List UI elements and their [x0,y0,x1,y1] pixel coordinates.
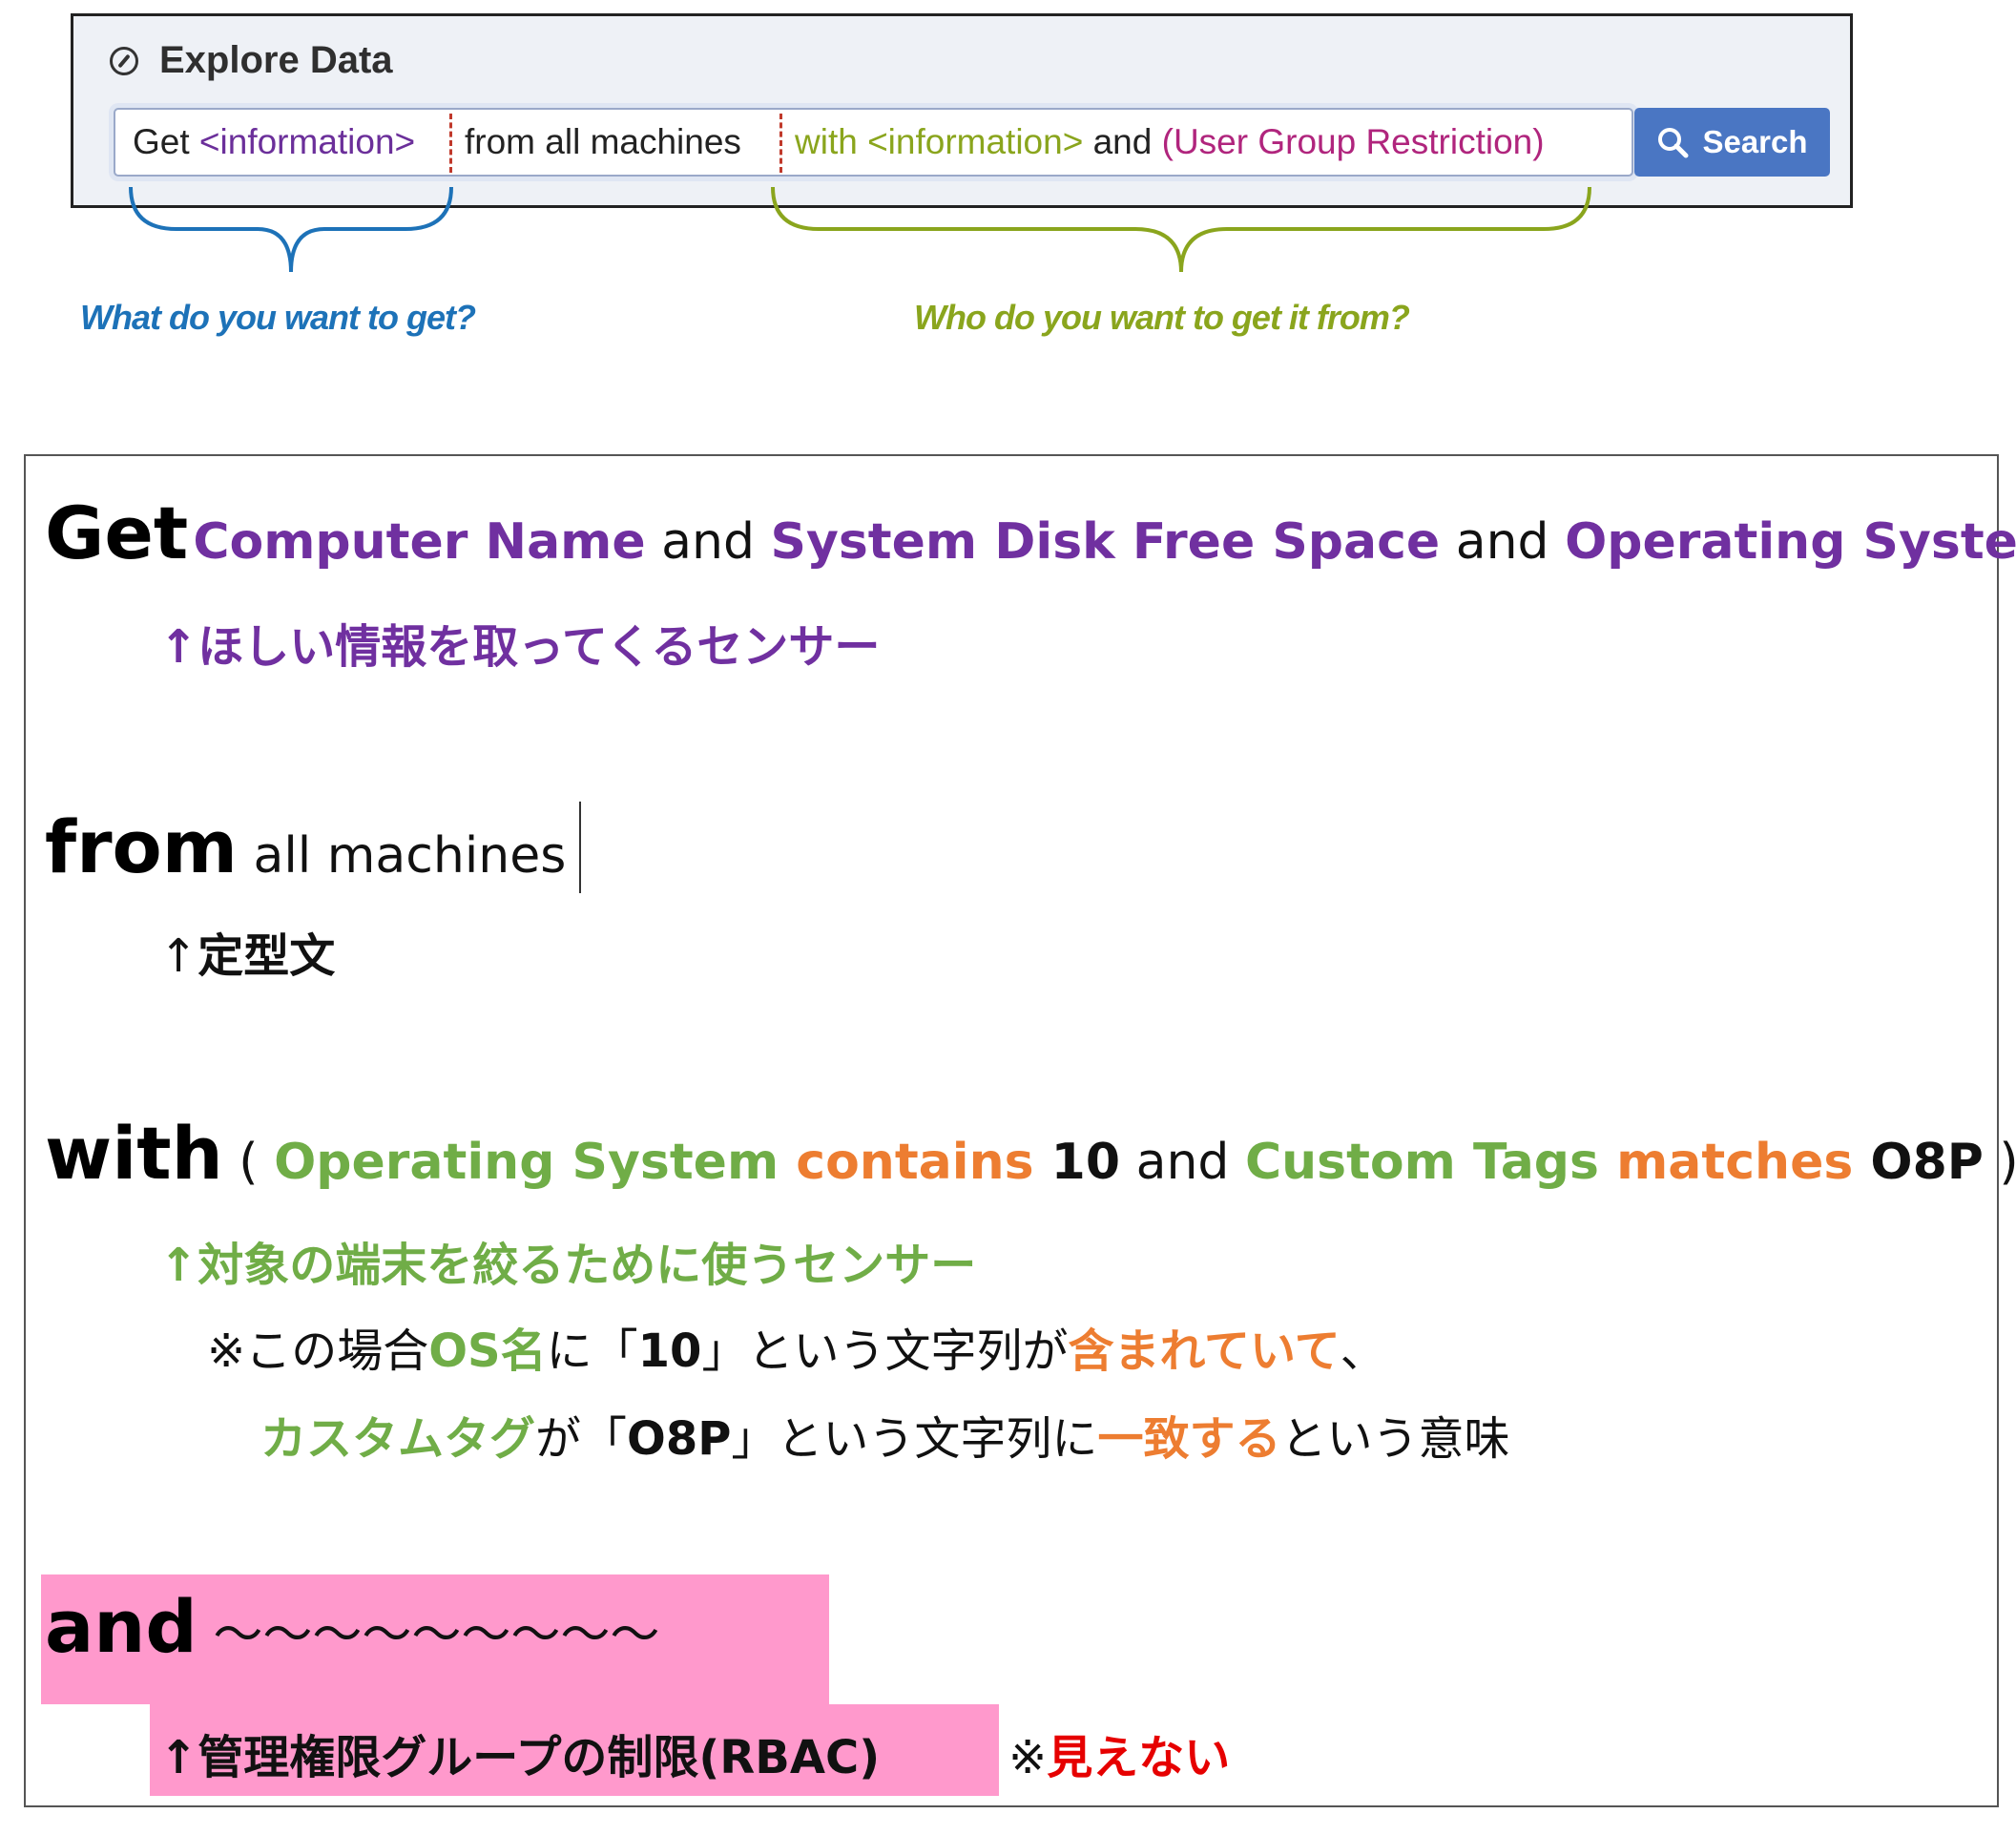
detail-value-o8p: O8P [627,1412,732,1466]
filter-sensor-operating-system: Operating System [274,1134,779,1191]
with-line: with ( Operating System contains 10 and … [45,1111,2016,1196]
segment-divider [449,114,452,173]
detail-text: 、 [1340,1324,1386,1378]
keyword-with: with [45,1111,223,1196]
and-line: and ～～～～～～～～～ [45,1584,659,1669]
caption-who-to-get-from: Who do you want to get it from? [914,298,1410,337]
query-get-label: Get [133,122,199,161]
query-information-placeholder: <information> [198,122,416,161]
and-note-suffix: ※見えない [1008,1720,1230,1786]
close-paren: ) [1983,1134,2016,1191]
from-note: ↑定型文 [159,918,335,985]
operator-contains: contains [779,1134,1051,1191]
search-button-label: Search [1702,124,1808,159]
with-detail-line-1: ※この場合OS名に「10」という文字列が含まれていて、 [207,1313,1386,1380]
from-note-text: 定型文 [197,929,336,983]
get-line: Get Computer Name and System Disk Free S… [45,490,2016,575]
query-segment-from: from all machines [465,122,741,161]
sensor-operating-system: Operating System [1565,513,2016,571]
query-input[interactable]: Get <information> from all machines with… [114,108,1633,177]
search-icon [1658,128,1689,158]
with-note: ↑対象の端末を絞るために使うセンサー [159,1239,977,1292]
panel-header: Explore Data [110,39,393,82]
query-segment-with: with <information> and (User Group Restr… [795,110,1545,175]
query-with-information: with <information> [795,122,1084,161]
detail-value-10: 10 [637,1324,702,1378]
query-user-group-restriction: (User Group Restriction) [1161,122,1545,161]
and-note: ↑管理権限グループの制限(RBAC) [159,1731,881,1784]
note-invisible: 見えない [1047,1731,1231,1784]
explore-data-panel: Explore Data Get <information> from all … [71,13,1853,208]
filter-sensor-custom-tags: Custom Tags [1244,1134,1599,1191]
explanation-box: Get Computer Name and System Disk Free S… [24,454,2016,1807]
and-text: and [645,513,771,571]
with-detail-line-2: カスタムタグが「O8P」という文字列に一致するという意味 [260,1401,1509,1468]
and-text: and [1120,1134,1245,1191]
operator-matches: matches [1598,1134,1871,1191]
segment-divider [779,114,782,173]
and-note-highlight: ↑管理権限グループの制限(RBAC) [150,1704,999,1796]
panel-title: Explore Data [159,39,393,81]
detail-prefix: ※この場合 [207,1324,429,1378]
detail-custom-tag: カスタムタグ [260,1412,536,1466]
caption-what-to-get: What do you want to get? [80,298,476,337]
keyword-from: from [45,804,238,889]
value-o8p: O8P [1870,1134,1984,1191]
keyword-get: Get [45,490,189,575]
search-button[interactable]: Search [1634,108,1830,177]
value-10: 10 [1050,1134,1121,1191]
open-paren: ( [222,1134,275,1191]
detail-text: 」という文字列が [701,1324,1069,1378]
sensor-computer-name: Computer Name [193,513,646,571]
query-segment-get: Get <information> [133,110,415,175]
compass-icon [110,46,138,75]
and-placeholder-waves: ～～～～～～～～～ [197,1607,660,1664]
detail-text: が「 [535,1412,628,1466]
detail-contains: 含まれていて [1068,1324,1341,1378]
detail-text: 」という文字列に [731,1412,1098,1466]
and-text: and [1440,513,1566,571]
detail-text: に「 [546,1324,638,1378]
keyword-and: and [45,1584,197,1669]
and-line-highlight: and ～～～～～～～～～ [41,1574,829,1704]
detail-match: 一致する [1097,1412,1281,1466]
sensor-system-disk-free-space: System Disk Free Space [770,513,1441,571]
query-and-label: and [1083,122,1162,161]
from-line: from all machines [45,802,582,893]
note-mark: ※ [1008,1731,1048,1784]
detail-os-name: OS名 [428,1324,547,1378]
get-note: ↑ほしい情報を取ってくるセンサー [159,620,881,674]
from-all-machines: all machines [237,827,567,885]
text-cursor [579,802,582,893]
detail-text: という意味 [1280,1412,1510,1466]
arrow-up: ↑ [159,929,198,983]
